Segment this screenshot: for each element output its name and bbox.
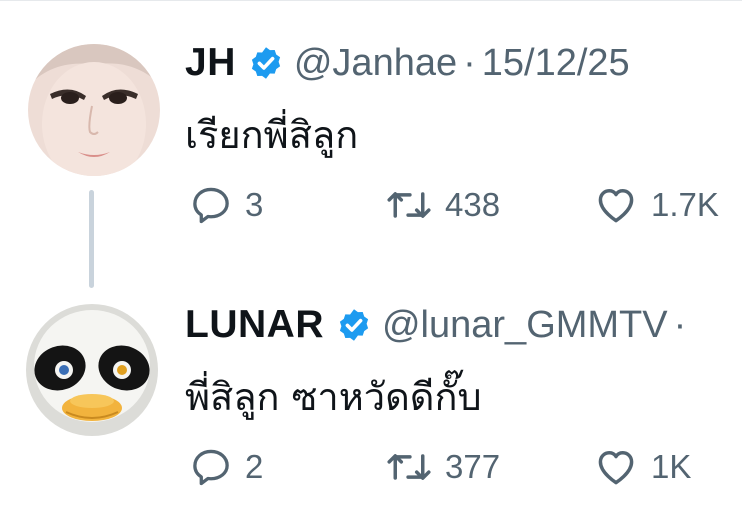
- tweet-header: JH @Janhae · 15/12/25: [185, 40, 630, 86]
- like-count: 1.7K: [651, 186, 719, 223]
- tweet-janhae[interactable]: JH @Janhae · 15/12/25 เรียกพี่สิลูก 3 43…: [0, 0, 742, 288]
- reply-icon: [193, 187, 229, 224]
- handle[interactable]: @lunar_GMMTV: [382, 304, 668, 347]
- retweet-button[interactable]: 377: [385, 442, 500, 492]
- reply-icon: [193, 449, 229, 486]
- separator-dot: ·: [673, 303, 687, 346]
- action-bar: 2 377 1K: [185, 442, 742, 492]
- reply-button[interactable]: 2: [189, 442, 263, 492]
- verified-badge-icon: [336, 307, 372, 343]
- tweet-lunar[interactable]: LUNAR @lunar_GMMTV · พี่สิลูก ซาหวัดดีกั…: [0, 270, 742, 528]
- tweet-text: เรียกพี่สิลูก: [185, 113, 359, 157]
- verified-badge-icon: [248, 45, 284, 81]
- retweet-icon: [387, 454, 431, 480]
- tweet-header: LUNAR @lunar_GMMTV ·: [185, 302, 692, 348]
- handle[interactable]: @Janhae: [294, 42, 457, 85]
- avatar-lunar[interactable]: [26, 304, 158, 436]
- retweet-button[interactable]: 438: [385, 180, 500, 230]
- like-button[interactable]: 1.7K: [593, 180, 719, 230]
- timestamp[interactable]: 15/12/25: [482, 42, 630, 85]
- like-icon: [598, 188, 634, 223]
- like-count: 1K: [651, 448, 692, 485]
- display-name[interactable]: JH: [185, 41, 236, 85]
- like-icon: [598, 450, 634, 485]
- retweet-count: 438: [445, 186, 501, 223]
- display-name[interactable]: LUNAR: [185, 303, 324, 347]
- retweet-icon: [387, 192, 431, 218]
- avatar-janhae[interactable]: [28, 44, 160, 176]
- like-button[interactable]: 1K: [593, 442, 691, 492]
- retweet-count: 377: [445, 448, 501, 485]
- separator-dot: ·: [463, 41, 476, 84]
- reply-count: 3: [245, 186, 264, 223]
- action-bar: 3 438 1.7K: [185, 180, 742, 230]
- reply-button[interactable]: 3: [189, 180, 263, 230]
- tweet-text: พี่สิลูก ซาหวัดดีกั๊บ: [185, 375, 482, 419]
- reply-count: 2: [245, 448, 264, 485]
